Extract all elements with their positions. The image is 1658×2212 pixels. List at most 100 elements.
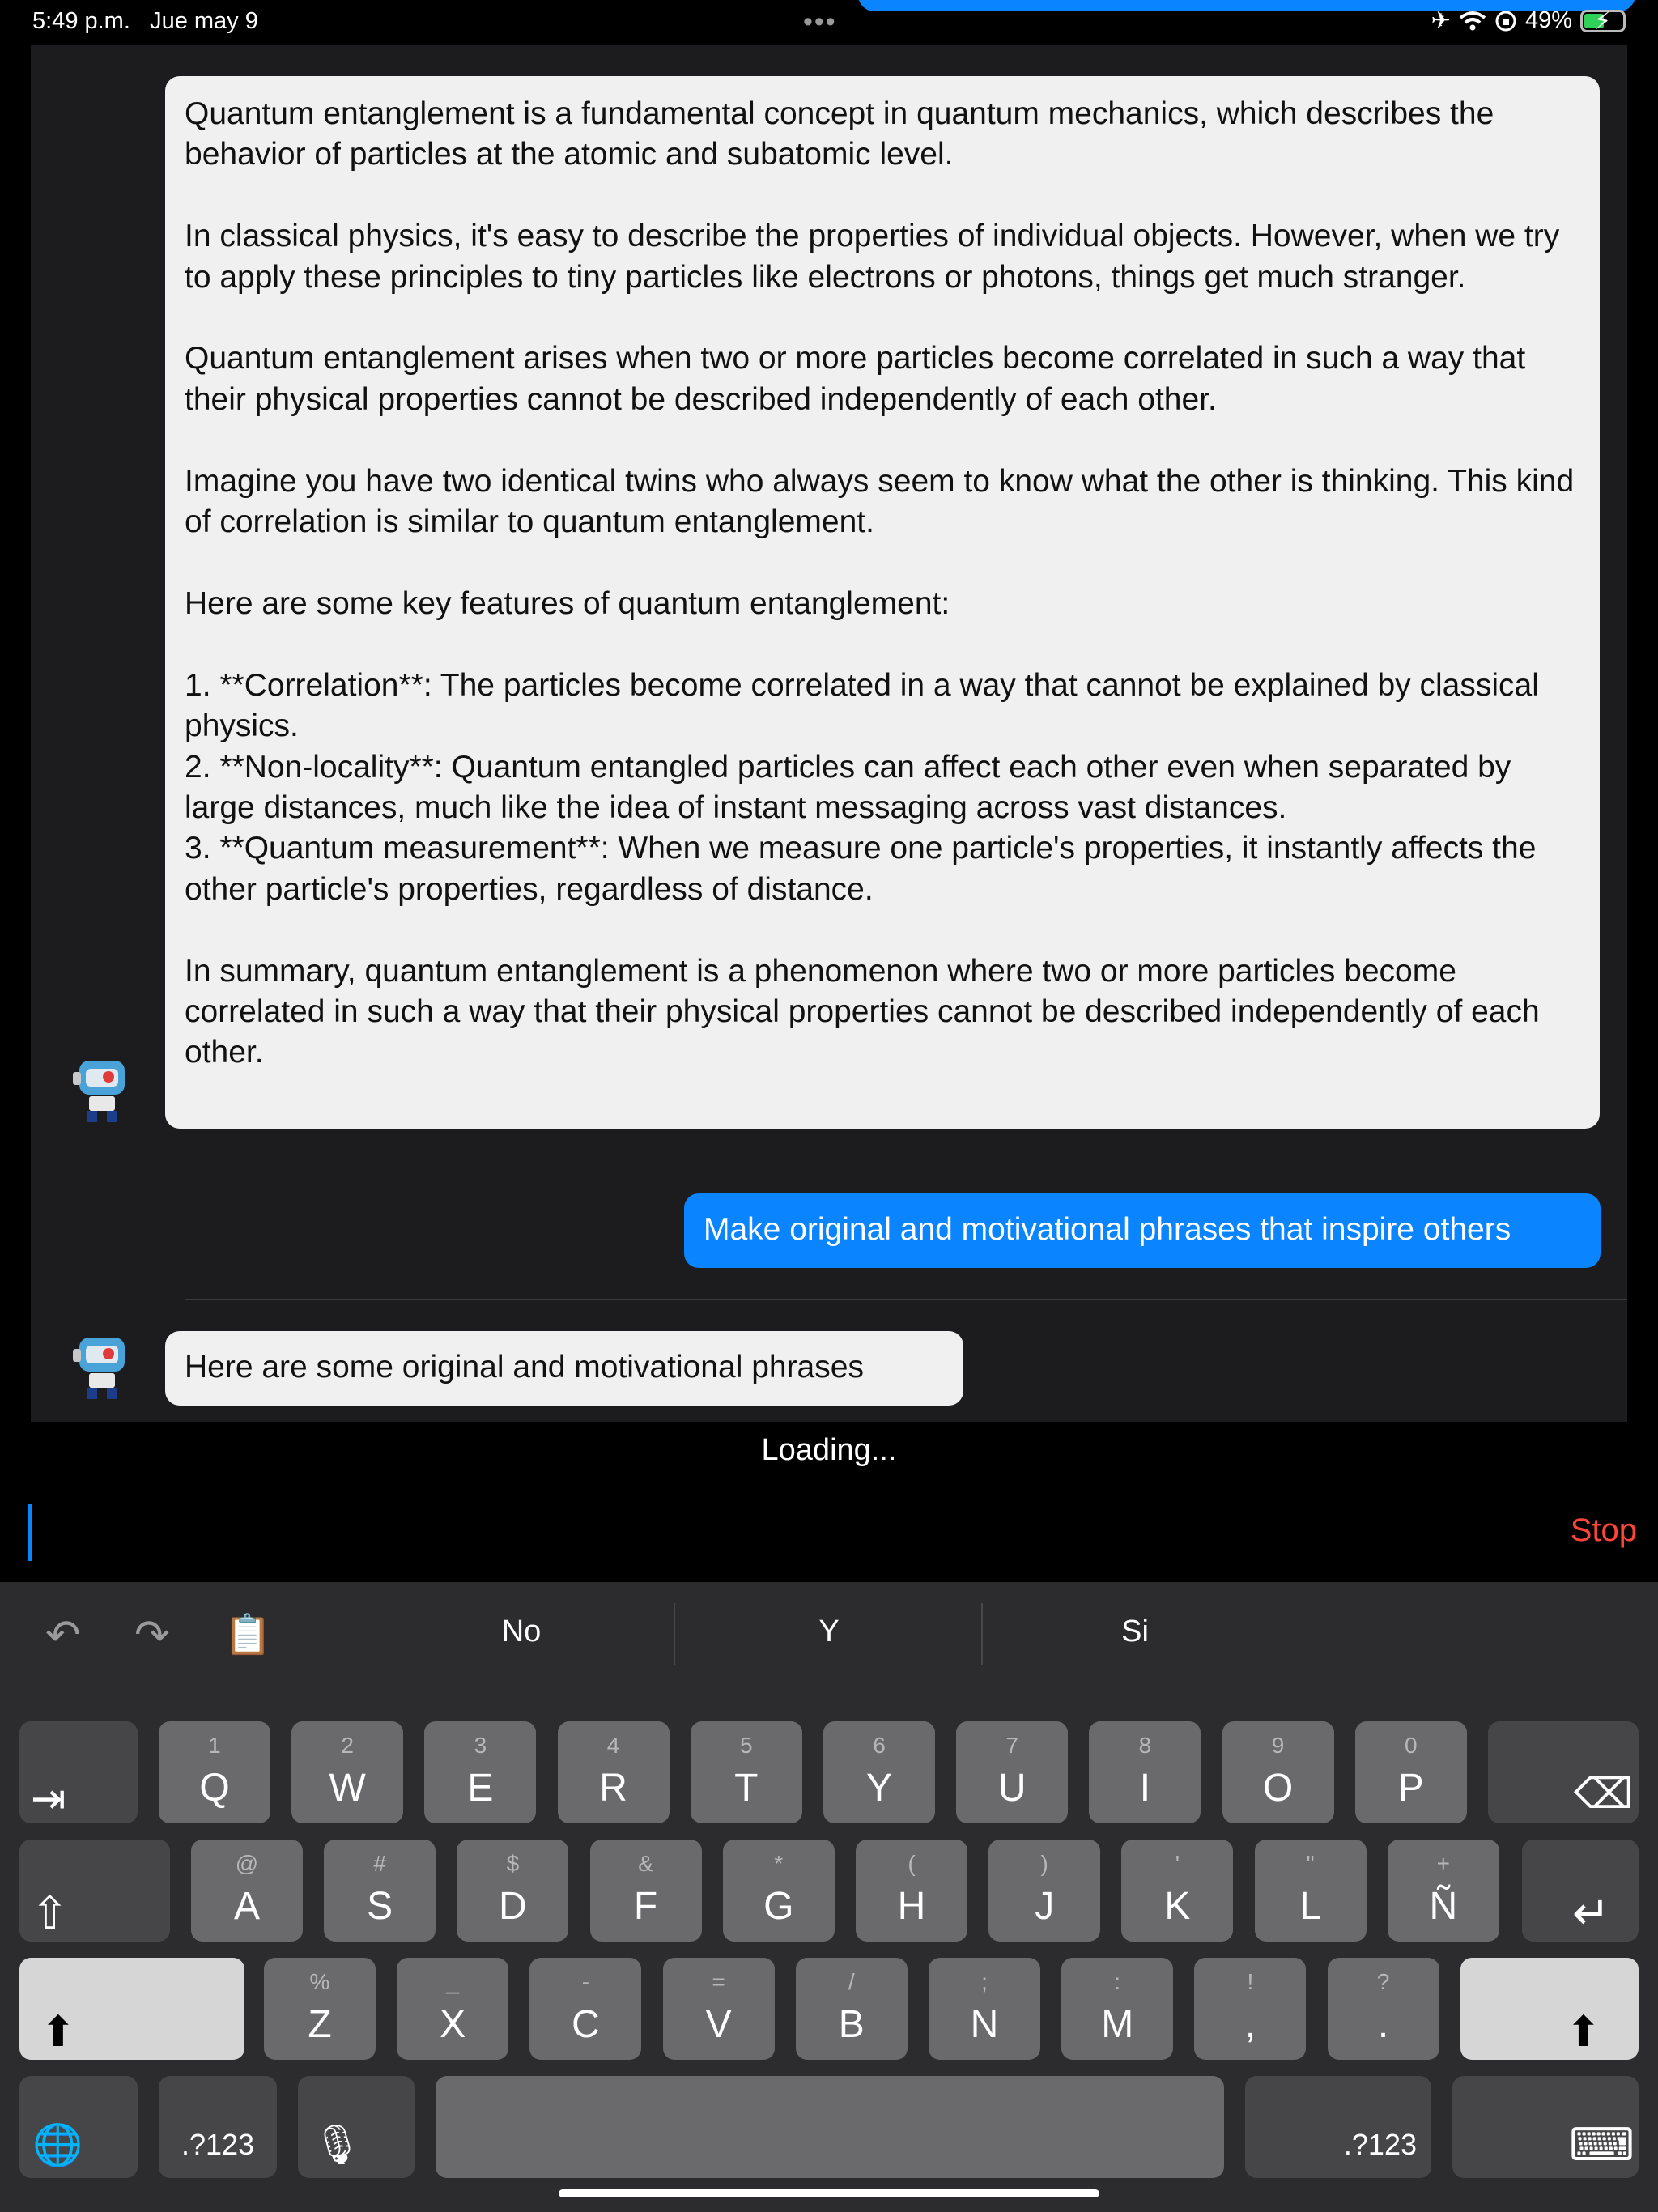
key-label: P [1397,1767,1424,1810]
key-i[interactable]: 8I [1089,1721,1201,1823]
shift-left-key[interactable]: ⇧ [19,1840,170,1942]
tab-key[interactable]: ⇥ [19,1721,138,1823]
message-text: Make original and motivational phrases t… [704,1212,1511,1247]
key-b[interactable]: / B [795,1958,908,2060]
key-a[interactable]: @ A [191,1840,303,1942]
key-label: X [440,2003,466,2046]
key-d[interactable]: $ D [457,1840,569,1942]
keyboard-hide-icon: ⌨ [1569,2119,1635,2170]
key-v[interactable]: = V [662,1958,775,2060]
redo-icon[interactable]: ↷ [134,1611,170,1660]
key-label: .?123 [181,2128,255,2161]
separator [185,1299,1627,1300]
microphone-icon: 🎙 [312,2124,362,2167]
key-label: . [1377,2003,1389,2046]
return-key[interactable]: ↵ [1522,1840,1639,1942]
shift-active-icon: ⬆ [1566,2009,1601,2056]
space-key[interactable] [436,2076,1224,2178]
key-label: F [633,1885,658,1928]
delete-key[interactable]: ⌫ [1488,1721,1639,1823]
orientation-lock-icon [1495,11,1516,31]
key-p[interactable]: 0P [1354,1721,1467,1823]
key-e[interactable]: 3E [424,1721,537,1823]
key-t[interactable]: 5T [690,1721,802,1823]
key-label: T [734,1767,759,1810]
key-label: G [763,1885,794,1928]
key-label: H [897,1885,926,1928]
stop-button[interactable]: Stop [1571,1512,1637,1549]
key-label: .?123 [1343,2128,1417,2161]
key-z[interactable]: % Z [264,1958,376,2060]
key-c[interactable]: -C [529,1958,642,2060]
key-y[interactable]: 6Y [823,1721,935,1823]
key-label: D [499,1885,527,1928]
key-label: A [233,1885,260,1928]
key-secondary-label: $ [506,1851,520,1876]
key-secondary-label: / [848,1969,855,1994]
key-o[interactable]: 9O [1222,1721,1334,1823]
shift-right-key[interactable]: ⬆ [1460,1958,1639,2060]
key-secondary-label: 3 [474,1733,487,1758]
key-x[interactable]: _ X [397,1958,509,2060]
numbers-key-left[interactable]: .?123 [159,2076,277,2178]
key-ñ[interactable]: + Ñ [1387,1840,1499,1942]
clipboard-icon[interactable]: 📋 [223,1611,272,1657]
key-secondary-label: 1 [208,1733,221,1758]
status-date: Jue may 9 [150,8,258,34]
key-l[interactable]: " L [1254,1840,1367,1942]
key-secondary-label: 7 [1005,1733,1018,1758]
key-j[interactable]: ) J [988,1840,1101,1942]
key-label: E [467,1767,494,1810]
key-label: R [599,1767,627,1810]
key-w[interactable]: 2W [291,1721,404,1823]
key-secondary-label: = [712,1969,725,1994]
on-screen-keyboard[interactable]: ↶ ↷ 📋 No Y Si ⇥ 1 Q 2 W 3 E 4 R 5 T 6 Y 7 U 8 I 9 O 0 P ⌫ ⇧ @ A #… [0,1582,1658,2212]
key-label: L [1299,1885,1321,1928]
key-u[interactable]: 7U [956,1721,1069,1823]
message-text: Quantum entanglement is a fundamental co… [185,96,1575,1070]
key-secondary-label: ( [908,1851,916,1876]
key-label: Q [199,1767,230,1810]
dictation-key[interactable]: 🎙 [298,2076,414,2178]
key-q[interactable]: 1Q [159,1721,270,1823]
key-punct-7[interactable]: !, [1194,1958,1307,2060]
key-n[interactable]: ; N [929,1958,1040,2060]
key-secondary-label: 6 [873,1733,886,1758]
chat-panel[interactable]: Quantum entanglement is a fundamental co… [31,45,1627,1422]
key-secondary-label: 0 [1405,1733,1418,1758]
key-secondary-label: 9 [1271,1733,1285,1758]
suggestion-2[interactable]: Y [708,1614,950,1649]
key-label: C [572,2003,600,2046]
key-s[interactable]: # S [324,1840,436,1942]
key-secondary-label: ' [1175,1851,1180,1876]
globe-key[interactable]: 🌐 [19,2076,138,2178]
message-input-caret[interactable] [28,1504,32,1561]
key-k[interactable]: ' K [1121,1840,1234,1942]
key-r[interactable]: 4R [557,1721,670,1823]
key-secondary-label: " [1306,1851,1315,1876]
user-message: Make original and motivational phrases t… [684,1193,1601,1268]
key-secondary-label: 5 [740,1733,753,1758]
key-secondary-label: @ [235,1851,259,1876]
suggestion-bar: ↶ ↷ 📋 No Y Si [0,1582,1658,1682]
airplane-icon: ✈ [1431,8,1451,34]
suggestion-3[interactable]: Si [1014,1614,1256,1649]
key-label: Ñ [1429,1885,1458,1928]
key-m[interactable]: :M [1061,1958,1174,2060]
home-indicator[interactable] [559,2189,1099,2197]
numbers-key-right[interactable]: .?123 [1245,2076,1431,2178]
undo-icon[interactable]: ↶ [45,1611,81,1660]
suggestion-1[interactable]: No [400,1614,643,1649]
key-secondary-label: 4 [606,1733,620,1758]
key-secondary-label: 2 [341,1733,354,1758]
key-label: Y [865,1767,892,1810]
key-secondary-label: ! [1247,1969,1254,1994]
dismiss-keyboard-key[interactable]: ⌨ [1452,2076,1639,2178]
key-g[interactable]: * G [722,1840,835,1942]
shift-active-icon: ⬆ [40,2009,76,2056]
key-f[interactable]: & F [589,1840,702,1942]
multitasking-dots-icon[interactable]: ••• [803,6,837,38]
shift-key[interactable]: ⬆ [19,1958,244,2060]
key-punct-8[interactable]: ?. [1327,1958,1439,2060]
key-h[interactable]: (H [856,1840,967,1942]
